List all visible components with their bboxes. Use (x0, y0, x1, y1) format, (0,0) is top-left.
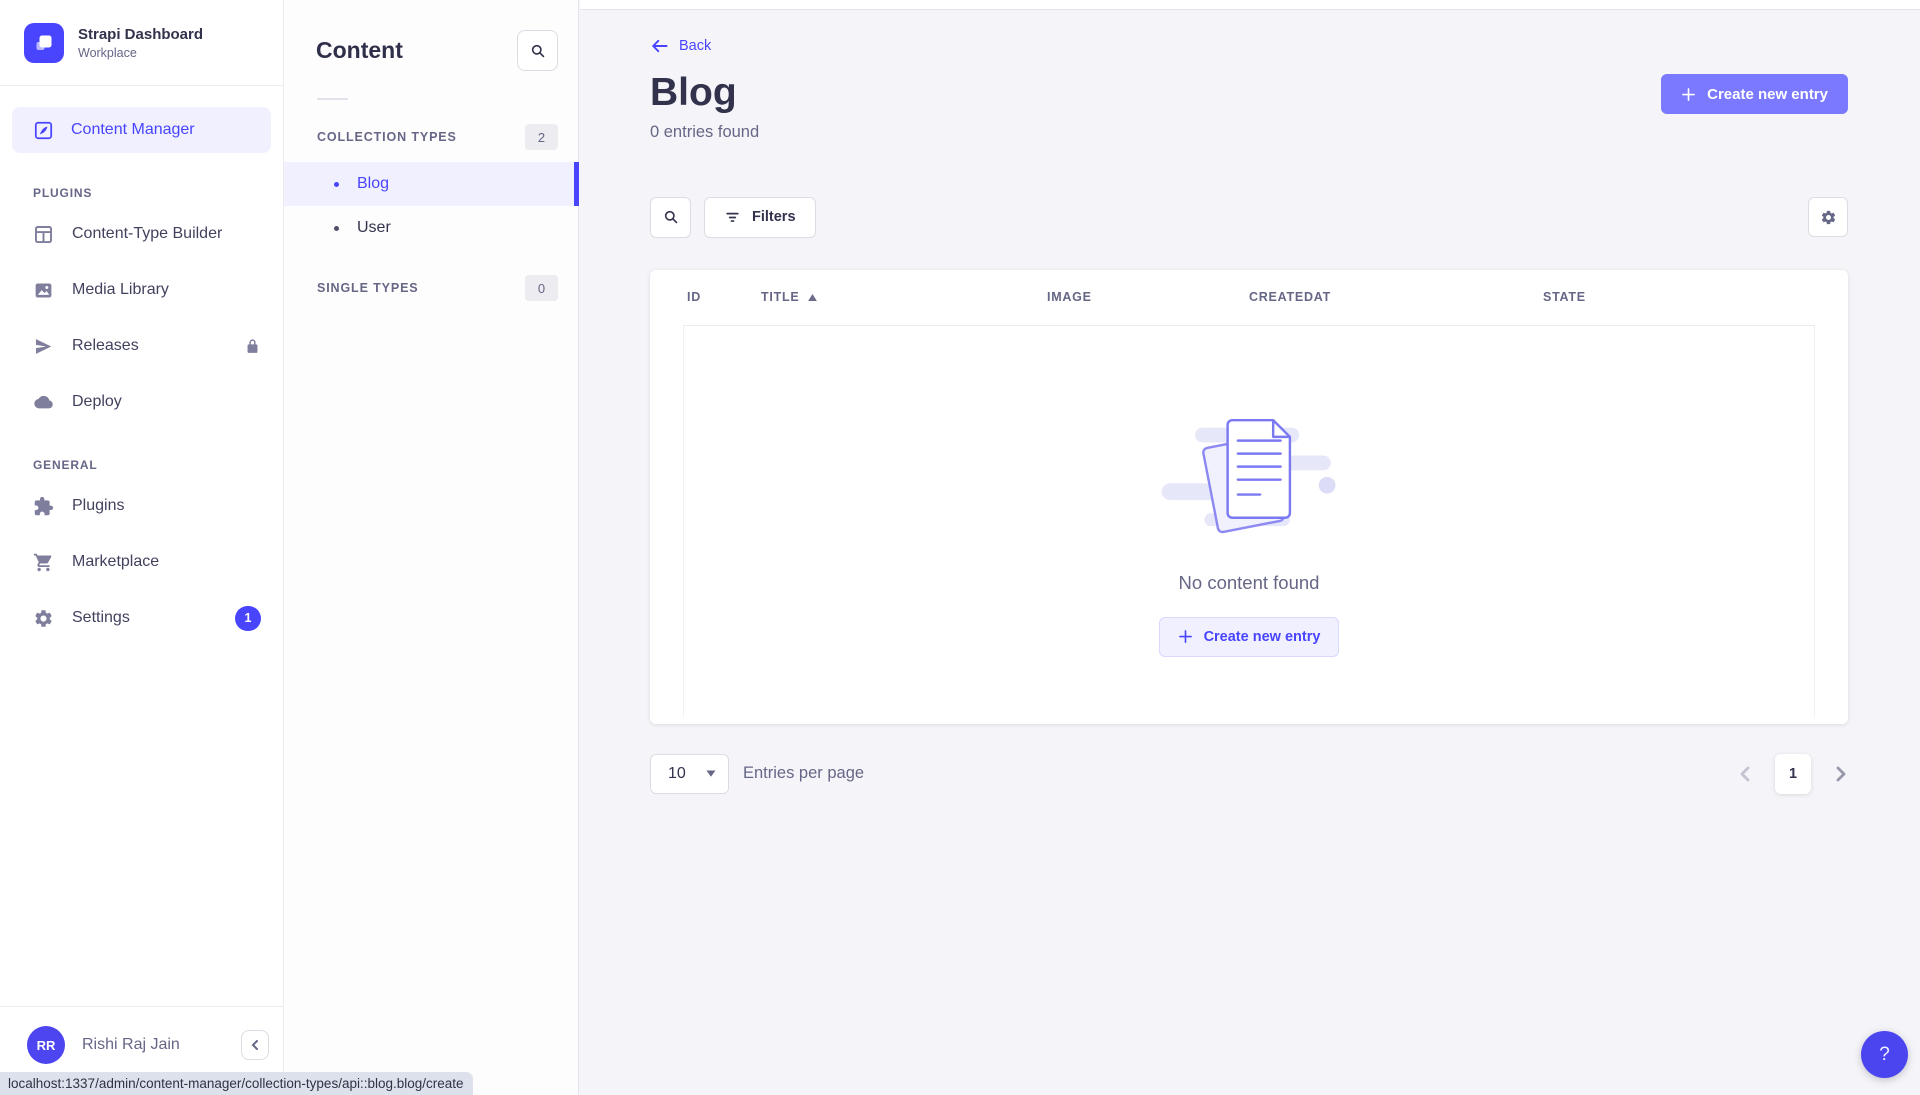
subnav-item-label: Blog (357, 175, 389, 193)
empty-create-entry-button[interactable]: Create new entry (1159, 617, 1340, 657)
column-header-title[interactable]: TITLE (761, 290, 1047, 304)
sidebar-item-releases[interactable]: Releases (0, 318, 283, 374)
chevron-left-icon (250, 1039, 260, 1051)
sidebar-item-deploy[interactable]: Deploy (0, 374, 283, 430)
next-page-icon[interactable] (1834, 765, 1848, 783)
column-header-image: IMAGE (1047, 290, 1249, 304)
subnav-search-button[interactable] (517, 30, 558, 71)
layout-icon (33, 224, 54, 245)
column-header-createdat: CREATEDAT (1249, 290, 1543, 304)
sidebar-item-marketplace[interactable]: Marketplace (0, 534, 283, 590)
sidebar-item-label: Content-Type Builder (72, 225, 222, 243)
main-content: Back Blog 0 entries found Create new ent… (580, 0, 1920, 1095)
workspace-name: Workplace (78, 46, 203, 60)
plus-icon (1681, 87, 1696, 102)
user-name: Rishi Raj Jain (82, 1036, 224, 1054)
sidebar-item-settings[interactable]: Settings 1 (0, 590, 283, 646)
empty-documents-illustration (1156, 409, 1342, 541)
cloud-icon (33, 392, 54, 413)
help-button[interactable]: ? (1861, 1031, 1908, 1078)
pagination-bar: 10 Entries per page 1 (580, 754, 1920, 794)
subnav-item-blog[interactable]: Blog (284, 162, 578, 206)
sort-ascending-icon (808, 294, 817, 301)
strapi-logo-icon (24, 23, 64, 63)
view-settings-button[interactable] (1808, 197, 1848, 237)
lock-icon (244, 338, 261, 355)
sidebar-section-plugins: PLUGINS (33, 186, 283, 200)
sidebar-item-label: Content Manager (71, 121, 195, 139)
top-strip (580, 0, 1920, 10)
workspace-switcher[interactable]: Strapi Dashboard Workplace (0, 0, 283, 86)
previous-page-icon[interactable] (1738, 765, 1752, 783)
sidebar-item-label: Settings (72, 609, 130, 627)
group-label-collection-types: COLLECTION TYPES (317, 130, 457, 144)
page-number-button[interactable]: 1 (1775, 754, 1811, 794)
single-types-count-badge: 0 (525, 275, 558, 301)
gear-icon (33, 608, 54, 629)
sidebar-collapse-button[interactable] (241, 1030, 269, 1060)
search-icon (530, 43, 546, 59)
status-bar-url: localhost:1337/admin/content-manager/col… (0, 1072, 473, 1095)
collection-types-count-badge: 2 (525, 124, 558, 150)
page-size-select[interactable]: 10 (650, 754, 729, 794)
sidebar-item-label: Marketplace (72, 553, 159, 571)
app-title: Strapi Dashboard (78, 26, 203, 45)
group-label-single-types: SINGLE TYPES (317, 281, 419, 295)
bullet-icon (334, 226, 339, 231)
sidebar-item-label: Deploy (72, 393, 122, 411)
puzzle-icon (33, 496, 54, 517)
sidebar-item-media-library[interactable]: Media Library (0, 262, 283, 318)
sidebar: Strapi Dashboard Workplace Content Manag… (0, 0, 284, 1095)
feather-pen-icon (33, 120, 54, 141)
empty-state-message: No content found (1179, 572, 1320, 594)
entries-count: 0 entries found (650, 123, 759, 142)
page-title: Blog (650, 71, 759, 116)
sidebar-section-general: GENERAL (33, 458, 283, 472)
cart-icon (33, 552, 54, 573)
create-new-entry-button[interactable]: Create new entry (1661, 74, 1848, 114)
sidebar-item-plugins[interactable]: Plugins (0, 478, 283, 534)
chevron-down-icon (706, 770, 716, 777)
table-header-row: ID TITLE IMAGE CREATEDAT STATE (650, 270, 1848, 325)
sidebar-item-content-type-builder[interactable]: Content-Type Builder (0, 206, 283, 262)
list-search-button[interactable] (650, 197, 691, 238)
sidebar-item-label: Plugins (72, 497, 124, 515)
bullet-icon (334, 182, 339, 187)
gear-icon (1820, 209, 1837, 226)
image-icon (33, 280, 54, 301)
sidebar-item-label: Media Library (72, 281, 169, 299)
filters-button[interactable]: Filters (704, 197, 816, 238)
avatar[interactable]: RR (27, 1026, 65, 1064)
subnav-item-label: User (357, 219, 391, 237)
plus-icon (1178, 629, 1193, 644)
column-header-id: ID (687, 290, 761, 304)
settings-notification-badge: 1 (235, 606, 261, 631)
entries-table: ID TITLE IMAGE CREATEDAT STATE (650, 270, 1848, 724)
search-icon (663, 209, 679, 225)
subnav-item-user[interactable]: User (284, 206, 578, 250)
sidebar-item-label: Releases (72, 337, 139, 355)
empty-state: No content found Create new entry (683, 326, 1815, 717)
content-subnav: Content COLLECTION TYPES 2 Blog User SIN… (284, 0, 579, 1095)
arrow-left-icon (650, 38, 669, 54)
column-header-state: STATE (1543, 290, 1848, 304)
filter-icon (724, 209, 741, 226)
paper-plane-icon (33, 336, 54, 357)
subnav-title: Content (316, 37, 403, 64)
back-link[interactable]: Back (650, 38, 711, 54)
entries-per-page-label: Entries per page (743, 764, 864, 783)
sidebar-item-content-manager[interactable]: Content Manager (12, 107, 271, 153)
